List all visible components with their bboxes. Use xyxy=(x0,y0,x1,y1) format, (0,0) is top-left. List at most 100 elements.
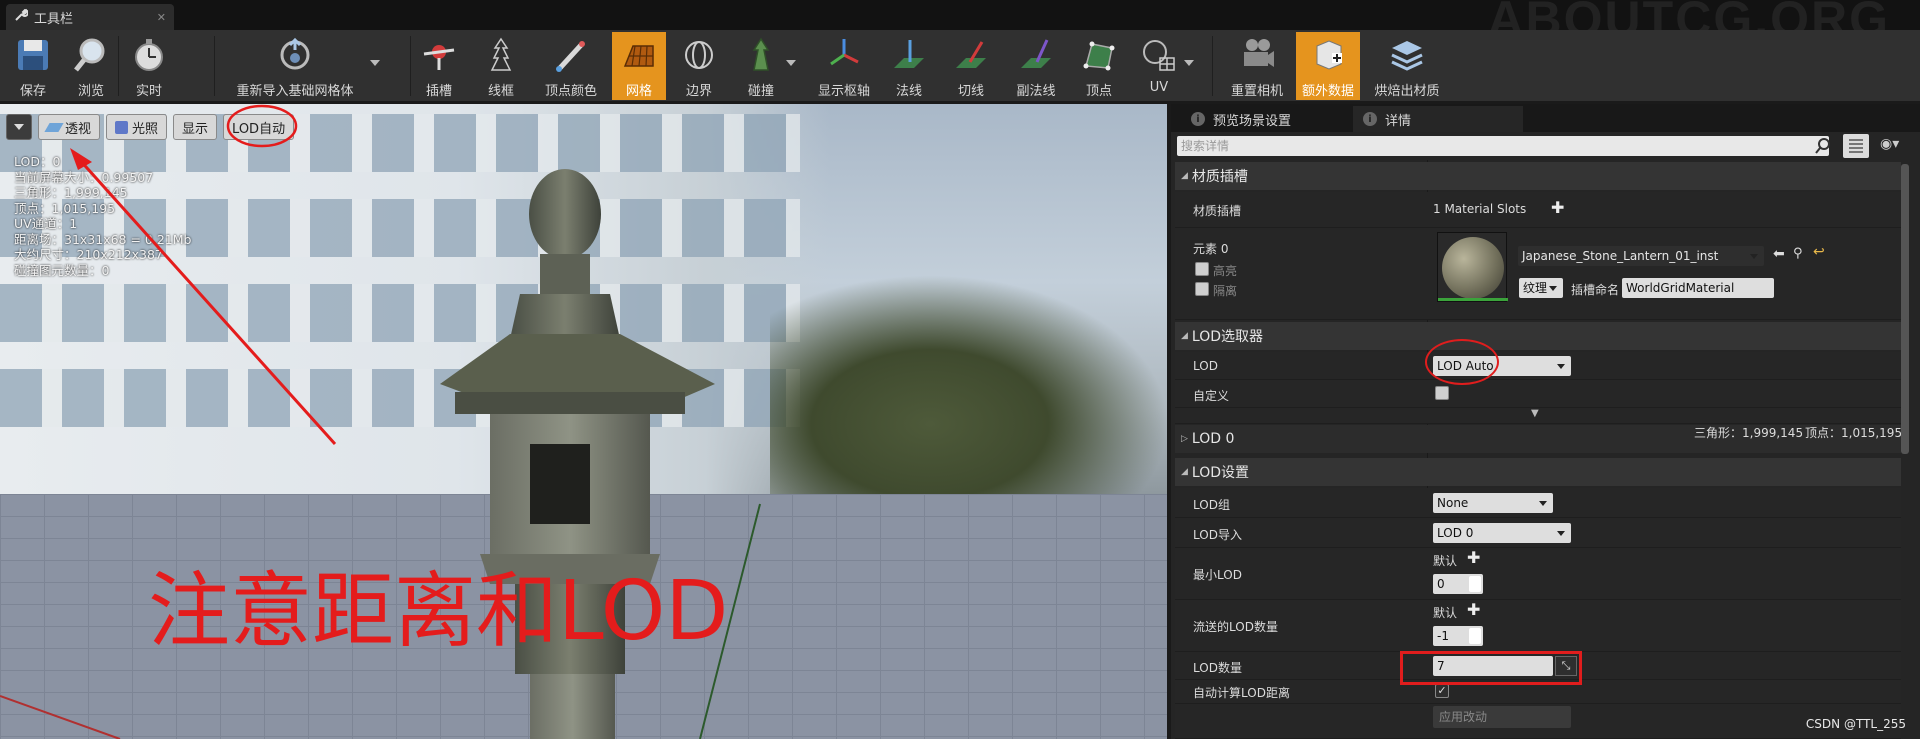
eye-icon[interactable]: ◉▾ xyxy=(1880,136,1899,152)
material-slots-label: 材质插槽 xyxy=(1193,204,1242,218)
vertices-button[interactable]: 顶点 xyxy=(1074,32,1124,100)
browse-button[interactable]: 浏览 xyxy=(66,32,116,100)
row-advanced-expander[interactable]: ▼ xyxy=(1175,408,1901,424)
search-icon xyxy=(1815,138,1831,157)
row-lod-import: LOD导入 LOD 0 xyxy=(1175,518,1901,548)
info-icon: i xyxy=(1191,112,1205,126)
annotation-circle-lod xyxy=(226,104,298,148)
realtime-button[interactable]: 实时 xyxy=(124,32,174,100)
streamed-lods-label: 流送的LOD数量 xyxy=(1193,620,1278,634)
wireframe-icon xyxy=(478,32,524,78)
layers-icon xyxy=(1384,32,1430,78)
collapse-triangle-icon: ◢ xyxy=(1181,467,1188,477)
toolbar-tab[interactable]: 工具栏 ✕ xyxy=(6,4,174,30)
grid-button[interactable]: 网格 xyxy=(612,32,666,100)
section-material-slots-title: 材质插槽 xyxy=(1191,169,1248,185)
streamed-lods-input[interactable]: -1 xyxy=(1433,626,1483,646)
vertex-color-button[interactable]: 顶点颜色 xyxy=(536,32,606,100)
texture-dropdown-label: 纹理 xyxy=(1523,281,1548,295)
collision-button[interactable]: 碰撞 xyxy=(736,32,786,100)
tab-preview-scene[interactable]: i 预览场景设置 xyxy=(1181,106,1351,132)
reimport-label: 重新导入基础网格体 xyxy=(236,84,354,99)
slot-name-label: 插槽命名 xyxy=(1571,283,1620,297)
search-input[interactable]: 搜索详情 xyxy=(1177,136,1829,156)
use-selected-arrow-icon[interactable]: ⬅ xyxy=(1773,246,1785,262)
reimport-button[interactable]: 重新导入基础网格体 xyxy=(220,32,370,100)
lod-group-label: LOD组 xyxy=(1193,498,1230,512)
toolbar-separator xyxy=(118,36,119,96)
bake-material-label: 烘焙出材质 xyxy=(1374,84,1440,99)
auto-compute-checkbox[interactable]: ✓ xyxy=(1435,684,1449,698)
section-material-slots[interactable]: ◢ 材质插槽 xyxy=(1175,162,1901,190)
scrollbar[interactable] xyxy=(1901,164,1909,454)
list-icon xyxy=(1849,139,1863,153)
texture-dropdown[interactable]: 纹理 xyxy=(1519,278,1563,298)
bounds-button[interactable]: 边界 xyxy=(674,32,724,100)
reimport-icon xyxy=(272,32,318,78)
highlight-checkbox[interactable] xyxy=(1195,262,1209,276)
viewport[interactable]: 透视 光照 显示 LOD自动 LOD：0 当前屏幕大小：0.99507 三角形：… xyxy=(0,104,1167,739)
normals-button[interactable]: 法线 xyxy=(884,32,934,100)
add-slot-button[interactable]: ✚ xyxy=(1551,198,1564,217)
material-type-bar xyxy=(1438,298,1508,301)
chevron-down-icon[interactable] xyxy=(370,60,380,66)
uv-label: UV xyxy=(1149,80,1169,95)
section-lod-picker-title: LOD选取器 xyxy=(1191,329,1264,345)
streamed-lods-value: -1 xyxy=(1437,629,1449,643)
stopwatch-icon xyxy=(126,32,172,78)
camera-icon xyxy=(1234,32,1280,78)
row-apply: 应用改动 xyxy=(1175,704,1901,739)
chevron-down-icon[interactable] xyxy=(786,60,796,66)
collapse-triangle-icon: ◢ xyxy=(1181,331,1188,341)
collision-label: 碰撞 xyxy=(747,84,774,99)
browse-magnifier-icon[interactable]: ⚲ xyxy=(1793,246,1803,261)
spin-icon[interactable] xyxy=(1469,628,1481,644)
credit-text: CSDN @TTL_255 xyxy=(1805,717,1906,731)
material-asset-name: Japanese_Stone_Lantern_01_inst xyxy=(1522,249,1719,263)
tab-details[interactable]: i 详情 xyxy=(1353,106,1523,132)
apply-changes-button[interactable]: 应用改动 xyxy=(1433,706,1571,728)
min-lod-input[interactable]: 0 xyxy=(1433,574,1483,594)
slot-name-input[interactable]: WorldGridMaterial xyxy=(1622,278,1774,298)
socket-button[interactable]: 插槽 xyxy=(414,32,464,100)
axis-line-red xyxy=(0,695,121,739)
material-thumbnail[interactable] xyxy=(1437,232,1508,302)
expand-advanced-icon[interactable]: ▼ xyxy=(1531,408,1539,419)
data-icon xyxy=(1305,32,1351,78)
reset-camera-button[interactable]: 重置相机 xyxy=(1226,32,1288,100)
toolbar-separator xyxy=(1212,36,1213,96)
pivot-button[interactable]: 显示枢轴 xyxy=(808,32,880,100)
spin-icon[interactable] xyxy=(1469,576,1481,592)
element-label: 元素 0 xyxy=(1193,242,1229,256)
apply-changes-label: 应用改动 xyxy=(1439,710,1488,724)
add-override-button[interactable]: ✚ xyxy=(1467,600,1480,619)
title-bar: 工具栏 ✕ ABOUTCG.ORG xyxy=(0,0,1920,47)
reset-arrow-icon[interactable]: ↩ xyxy=(1813,244,1825,260)
grid-icon xyxy=(616,32,662,78)
tangents-button[interactable]: 切线 xyxy=(946,32,996,100)
binormals-button[interactable]: 副法线 xyxy=(1008,32,1064,100)
uv-button[interactable]: UV xyxy=(1134,32,1184,100)
section-lod-settings[interactable]: ◢ LOD设置 xyxy=(1175,458,1901,486)
annotation-arrow-line xyxy=(76,156,337,446)
section-lod-picker[interactable]: ◢ LOD选取器 xyxy=(1175,322,1901,350)
custom-checkbox[interactable] xyxy=(1435,386,1449,400)
lod-import-select[interactable]: LOD 0 xyxy=(1433,523,1571,543)
lod-group-select[interactable]: None xyxy=(1433,493,1553,513)
isolate-checkbox[interactable] xyxy=(1195,282,1209,296)
pivot-icon xyxy=(821,32,867,78)
view-options-button[interactable] xyxy=(1843,134,1869,158)
material-asset-picker[interactable]: Japanese_Stone_Lantern_01_inst xyxy=(1518,246,1764,266)
close-icon[interactable]: ✕ xyxy=(157,11,166,24)
chevron-down-icon[interactable] xyxy=(1184,60,1194,66)
tab-details-label: 详情 xyxy=(1385,113,1412,129)
additional-data-button[interactable]: 额外数据 xyxy=(1296,32,1360,100)
material-slots-count: 1 Material Slots xyxy=(1433,202,1527,216)
save-button[interactable]: 保存 xyxy=(8,32,58,100)
socket-icon xyxy=(416,32,462,78)
bake-material-button[interactable]: 烘焙出材质 xyxy=(1370,32,1444,100)
wireframe-button[interactable]: 线框 xyxy=(476,32,526,100)
binormals-icon xyxy=(1013,32,1059,78)
add-override-button[interactable]: ✚ xyxy=(1467,548,1480,567)
section-lod-0-title: LOD 0 xyxy=(1191,431,1235,447)
